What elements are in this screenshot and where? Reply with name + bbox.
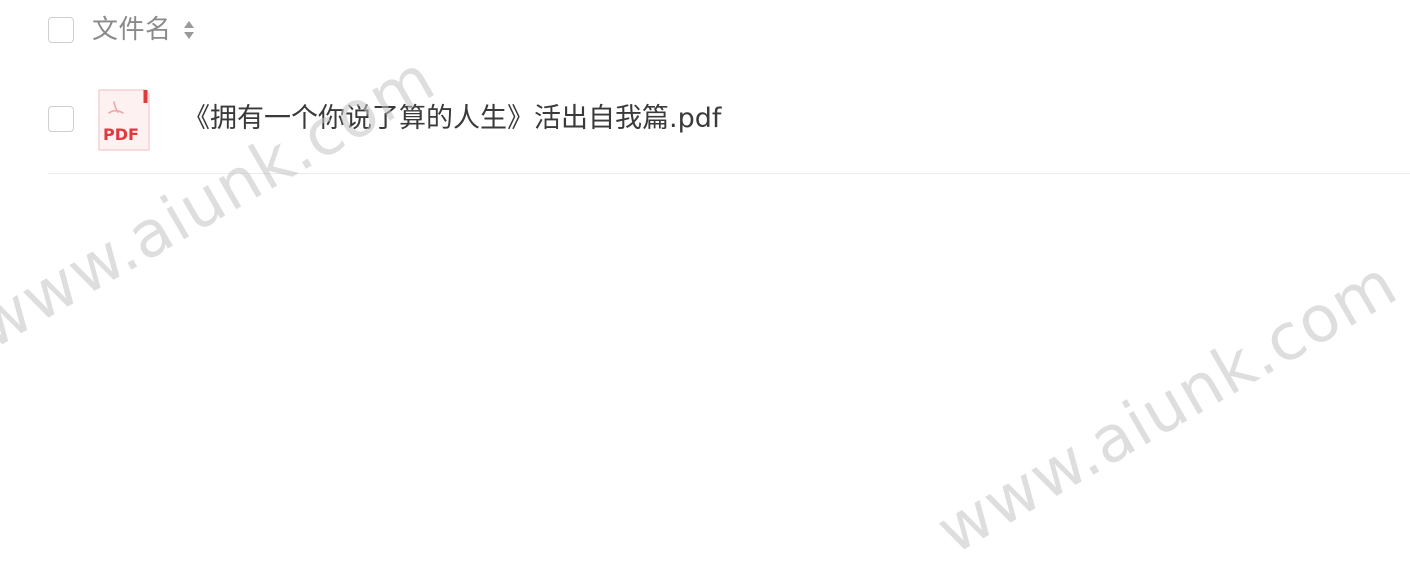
file-list-page: 文件名 PDF 《拥有一个你说了算的人生》活出自我篇.pdf www.aiunk…: [0, 0, 1410, 588]
pdf-file-icon: PDF: [98, 89, 150, 151]
file-name-link[interactable]: 《拥有一个你说了算的人生》活出自我篇.pdf: [183, 102, 721, 136]
sort-icon[interactable]: [182, 17, 196, 43]
select-all-checkbox[interactable]: [48, 17, 74, 43]
file-row[interactable]: PDF 《拥有一个你说了算的人生》活出自我篇.pdf: [48, 88, 1410, 174]
filename-column-header[interactable]: 文件名: [92, 15, 172, 45]
file-row-checkbox[interactable]: [48, 106, 74, 132]
watermark: www.aiunk.com: [925, 246, 1410, 569]
file-list-header: 文件名: [48, 15, 196, 45]
pdf-type-label: PDF: [103, 125, 139, 144]
